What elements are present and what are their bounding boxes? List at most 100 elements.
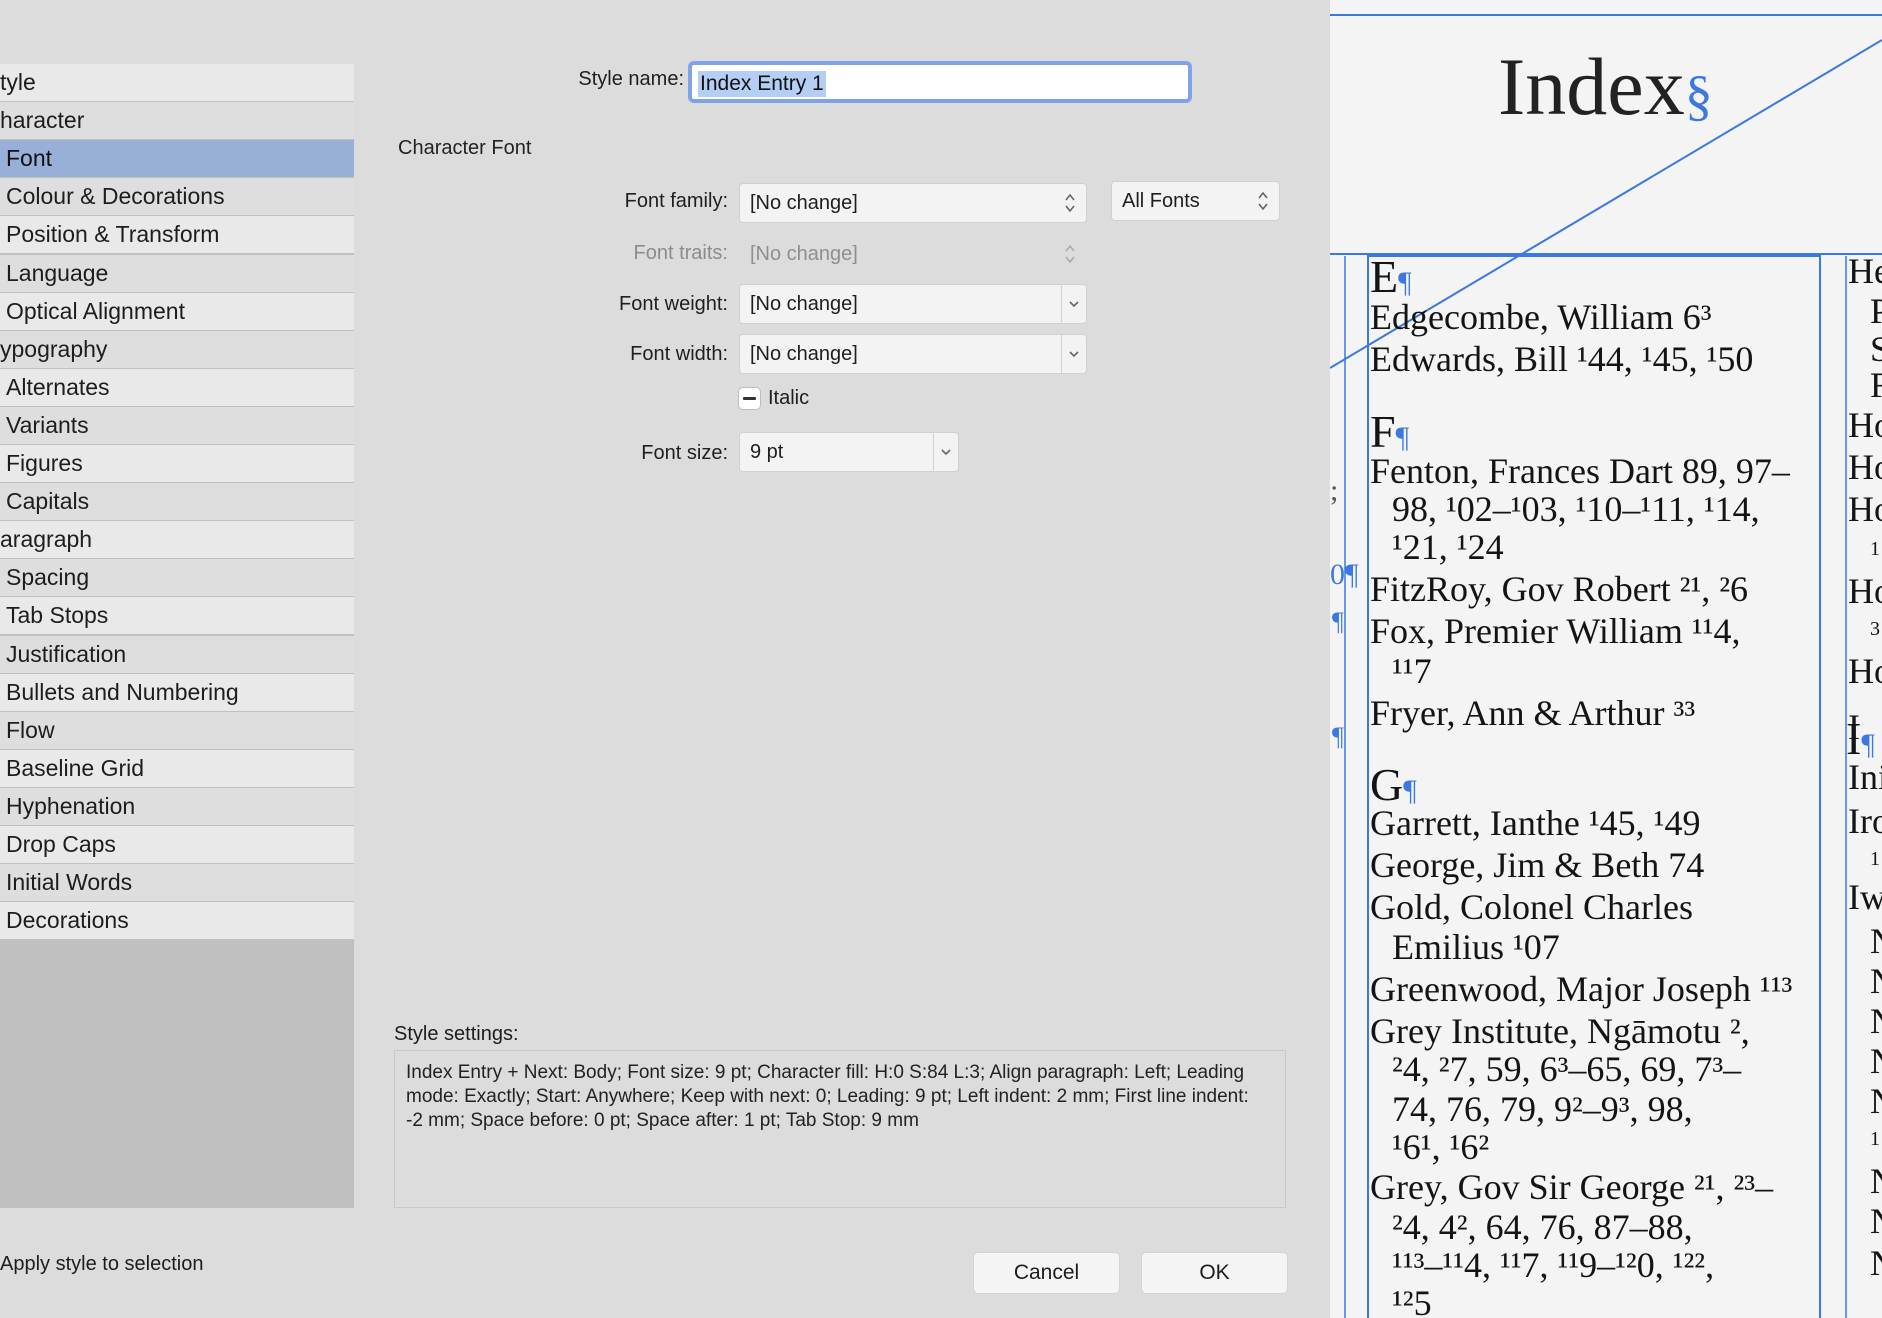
chevron-down-icon[interactable] [933,433,958,471]
sidebar-item[interactable]: Decorations [0,902,354,940]
sidebar-item[interactable]: Flow [0,711,354,749]
index-entry-line: ²4, 4², 64, 76, 87–88, [1392,1207,1693,1247]
font-weight-value: [No change] [750,293,858,315]
ok-button[interactable]: OK [1141,1252,1288,1294]
index-entry-line: Emilius ¹07 [1392,927,1560,967]
sidebar-item-label: Language [6,259,109,286]
sidebar-item-label: Flow [6,716,55,743]
sidebar-item-label: Tab Stops [6,602,109,629]
sidebar-item[interactable]: Bullets and Numbering [0,673,354,711]
updown-icon [1065,193,1075,213]
sidebar-item[interactable]: ypography [0,330,354,368]
font-traits-select[interactable]: [No change] [739,234,1087,274]
document-canvas: ; 0¶ ¶ ¶ Index§ E¶ F¶ G¶ I¶ Edgecombe, Will… [1330,0,1882,1318]
category-sidebar: tyle haracter Font Colour & Decorations Posi… [0,64,354,1208]
index-entry-line: Fox, Premier William ¹¹4, [1370,611,1741,651]
sidebar-item-label: Justification [6,640,127,667]
index-heading-text: Index [1498,41,1685,132]
index-entry-fragment: Ho [1848,651,1882,691]
sidebar-item[interactable]: Optical Alignment [0,292,354,330]
chevron-down-icon [1061,285,1086,323]
font-width-label: Font width: [630,343,728,365]
font-collection-value: All Fonts [1122,190,1200,212]
font-weight-label: Font weight: [619,293,728,315]
index-entry-line: Fryer, Ann & Arthur ³³ [1370,693,1696,733]
font-size-value: 9 pt [750,441,784,463]
sidebar-item[interactable]: Language [0,254,354,292]
sidebar-item-label: Baseline Grid [6,754,145,781]
sidebar-item[interactable]: Justification [0,635,354,673]
font-size-combobox[interactable]: 9 pt [739,432,959,472]
sidebar-item[interactable]: Spacing [0,559,354,597]
sidebar-item-label: haracter [0,107,85,134]
sidebar-item[interactable]: Font [0,140,354,178]
sidebar-item[interactable]: Hyphenation [0,787,354,825]
mixed-state-icon [743,397,756,400]
index-entry-line: ¹²5 [1392,1283,1432,1318]
index-entry-line: FitzRoy, Gov Robert ²¹, ²6 [1370,569,1749,609]
index-entry-line: Grey, Gov Sir George ²¹, ²³– [1370,1167,1774,1207]
sidebar-item-label: Variants [6,411,89,438]
italic-label: Italic [768,387,810,409]
font-weight-select[interactable]: [No change] [739,284,1087,324]
sidebar-item-label: ypography [0,335,108,362]
pilcrow: ¶ [1398,266,1412,299]
index-heading: Index§ [1498,40,1713,134]
font-collection-select[interactable]: All Fonts [1111,181,1280,221]
style-editor-dialog: tyle haracter Font Colour & Decorations Posi… [0,0,1330,1318]
sidebar-item-label: Initial Words [6,869,133,896]
cancel-button[interactable]: Cancel [973,1252,1120,1294]
svg-text:0¶: 0¶ [1330,558,1359,591]
sidebar-item-label: Position & Transform [6,221,220,248]
sidebar-item-label: Bullets and Numbering [6,678,239,705]
sidebar-item[interactable]: Colour & Decorations [0,178,354,216]
updown-icon [1258,191,1268,211]
sidebar-item[interactable]: Position & Transform [0,216,354,254]
sidebar-item[interactable]: tyle [0,64,354,101]
index-entry-fragment: N [1870,920,1882,962]
sidebar-item[interactable]: Capitals [0,483,354,521]
font-width-select[interactable]: [No change] [739,334,1087,374]
style-settings-box: Index Entry + Next: Body; Font size: 9 p… [394,1050,1286,1208]
index-entry-line: Greenwood, Major Joseph ¹¹³ [1370,969,1793,1009]
index-entry-fragment: F [1870,365,1882,405]
index-entry-fragment: Ho [1848,489,1882,529]
sidebar-item[interactable]: Drop Caps [0,826,354,863]
sidebar-item[interactable]: aragraph [0,521,354,559]
index-entry-fragment: N [1870,1000,1882,1042]
font-family-select[interactable]: [No change] [739,183,1087,223]
index-entry-fragment: Ho [1848,571,1882,611]
index-entry-fragment: Iw [1848,877,1882,917]
index-entry-line: Edwards, Bill ¹44, ¹45, ¹50 [1370,339,1754,379]
index-entry-fragment: N [1870,960,1882,1002]
index-entry-line: Edgecombe, William 6³ [1370,297,1712,337]
updown-icon [1065,244,1075,264]
index-entry-fragment: 1 [1870,848,1880,870]
style-settings-label: Style settings: [394,1023,519,1045]
apply-style-label: Apply style to selection [0,1253,204,1275]
sidebar-item-label: Decorations [6,907,129,934]
style-name-input[interactable]: Index Entry 1 [688,61,1192,103]
sidebar-item[interactable]: Alternates [0,368,354,406]
index-entry-line: Gold, Colonel Charles [1370,887,1693,927]
sidebar-item[interactable]: Variants [0,406,354,444]
index-entry-fragment: 3 [1870,618,1880,640]
sidebar-item-label: Alternates [6,373,110,400]
index-entry-line: 98, ¹02–¹03, ¹10–¹11, ¹14, [1392,489,1760,529]
svg-text:¶: ¶ [1332,722,1344,751]
sidebar-item[interactable]: Initial Words [0,864,354,902]
section-title: Character Font [398,137,532,159]
index-entry-line: ¹6¹, ¹6² [1392,1127,1490,1167]
index-entry-fragment: Iro [1848,801,1882,841]
index-entry-fragment: N [1870,1040,1882,1082]
italic-checkbox[interactable] [738,387,761,410]
index-entry-line: ¹¹7 [1392,651,1432,691]
index-letter: E [1370,251,1399,302]
sidebar-item-label: tyle [0,69,36,95]
sidebar-item[interactable]: Baseline Grid [0,749,354,787]
sidebar-item-label: Capitals [6,488,90,515]
sidebar-item[interactable]: Tab Stops [0,597,354,635]
sidebar-item[interactable]: haracter [0,102,354,140]
sidebar-item-label: Hyphenation [6,792,136,819]
sidebar-item[interactable]: Figures [0,445,354,482]
